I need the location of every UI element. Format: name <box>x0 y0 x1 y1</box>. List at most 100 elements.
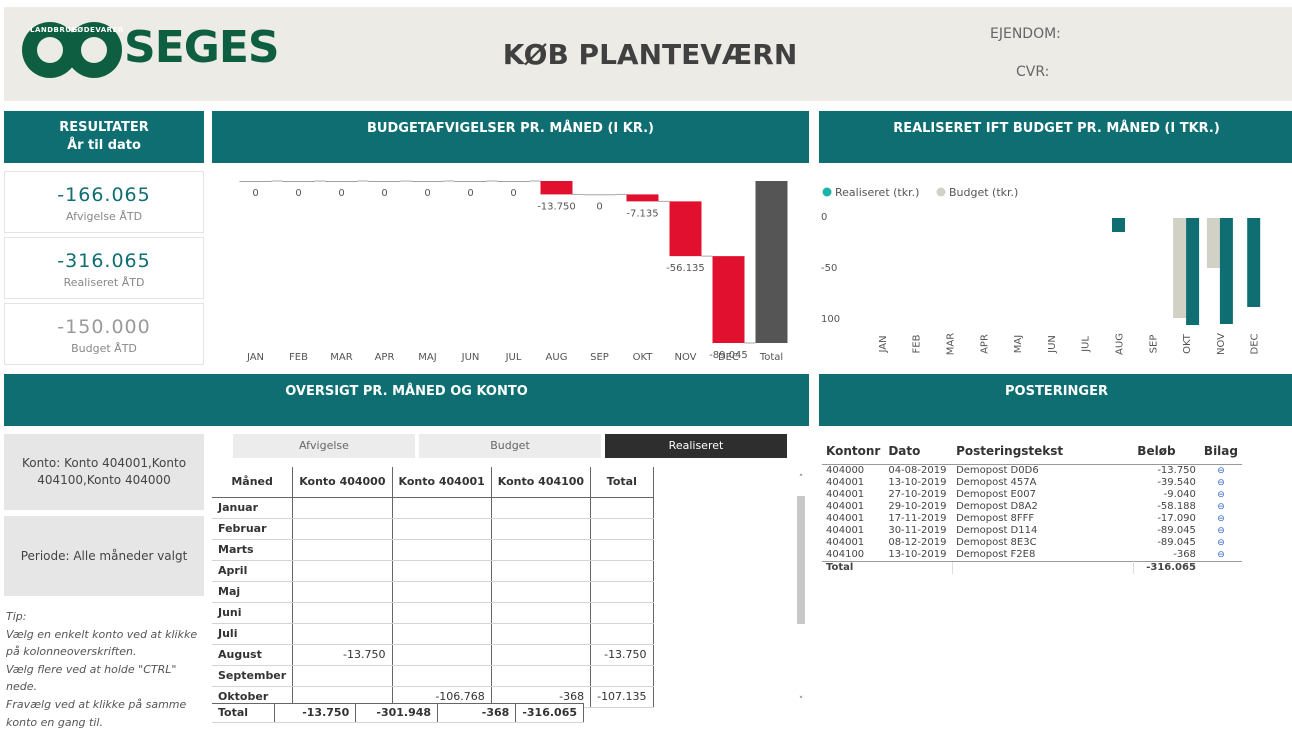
kpi-realiseret[interactable]: -316.065 Realiseret ÅTD <box>4 237 204 299</box>
matrix-header-total[interactable]: Total <box>590 467 654 498</box>
scroll-up-icon[interactable]: ˄ <box>796 474 806 484</box>
posting-dato: 08-12-2019 <box>888 536 947 548</box>
waterfall-bar[interactable] <box>626 194 659 202</box>
matrix-month-cell: April <box>212 560 294 582</box>
y-tick-label: 100 <box>821 314 840 325</box>
scroll-thumb[interactable] <box>797 496 805 624</box>
table-row[interactable]: Juli <box>212 623 654 645</box>
matrix-value-cell <box>292 518 393 540</box>
budget-bar[interactable] <box>1206 218 1220 268</box>
waterfall-bar[interactable] <box>583 194 616 196</box>
table-row[interactable]: Juni <box>212 602 654 624</box>
table-row[interactable]: 404000 04-08-2019 Demopost D0D6 -13.750 ⊖ <box>822 464 1242 477</box>
waterfall-category-label: MAR <box>330 352 352 363</box>
matrix-header-konto-404100[interactable]: Konto 404100 <box>491 467 592 498</box>
realiseret-bar[interactable] <box>1112 218 1125 232</box>
bar-category-label: SEP <box>1148 335 1159 354</box>
table-row[interactable]: 404001 27-10-2019 Demopost E007 -9.040 ⊖ <box>822 489 1242 501</box>
posteringer-header-belob[interactable]: Beløb <box>1133 438 1200 465</box>
konto-filter[interactable]: Konto: Konto 404001,Konto 404100,Konto 4… <box>4 434 204 510</box>
table-row[interactable]: 404100 13-10-2019 Demopost F2E8 -368 ⊖ <box>822 549 1242 562</box>
matrix-total-label: Total <box>212 704 276 723</box>
bilag-link-icon[interactable]: ⊖ <box>1200 549 1242 562</box>
waterfall-bar[interactable] <box>368 181 401 182</box>
legend-label-realiseret[interactable]: Realiseret (tkr.) <box>835 186 919 199</box>
scroll-down-icon[interactable]: ˅ <box>796 696 806 706</box>
waterfall-category-label: JUL <box>505 352 522 363</box>
tab-realiseret[interactable]: Realiseret <box>605 434 787 458</box>
periode-filter[interactable]: Periode: Alle måneder valgt <box>4 516 204 596</box>
table-row[interactable]: 404001 08-12-2019 Demopost 8E3C -89.045 ⊖ <box>822 537 1242 549</box>
realiseret-bar[interactable] <box>1219 218 1233 324</box>
bilag-link-icon[interactable]: ⊖ <box>1200 464 1242 477</box>
bilag-link-icon[interactable]: ⊖ <box>1200 537 1242 549</box>
realiseret-chart[interactable]: Realiseret (tkr.) Budget (tkr.) 0 -50 100 J… <box>819 168 1292 370</box>
tab-afvigelse[interactable]: Afvigelse <box>233 434 415 458</box>
bilag-link-icon[interactable]: ⊖ <box>1200 489 1242 501</box>
table-row[interactable]: 404001 30-11-2019 Demopost D114 -89.045 ⊖ <box>822 525 1242 537</box>
waterfall-total-bar[interactable] <box>755 181 788 343</box>
kpi-budget[interactable]: -150.000 Budget ÅTD <box>4 303 204 365</box>
posteringer-header-tekst[interactable]: Posteringstekst <box>952 438 1134 465</box>
posting-tekst: Demopost F2E8 <box>956 548 1036 560</box>
matrix-scrollbar[interactable]: ˄ ˅ <box>796 474 806 714</box>
posting-belob: -13.750 <box>1157 464 1196 476</box>
waterfall-data-label: 0 <box>252 188 258 199</box>
table-row[interactable]: 404001 17-11-2019 Demopost 8FFF -17.090 ⊖ <box>822 513 1242 525</box>
matrix-value-cell <box>292 581 393 603</box>
matrix-value-cell <box>590 497 654 519</box>
realiseret-bar[interactable] <box>1186 218 1200 325</box>
waterfall-bar[interactable] <box>669 201 702 257</box>
waterfall-bar[interactable] <box>282 181 315 182</box>
waterfall-data-label: 0 <box>596 201 602 212</box>
waterfall-bar[interactable] <box>325 181 358 182</box>
posting-tekst: Demopost 8E3C <box>956 536 1037 548</box>
seges-logo: LANDBRUG FØDEVARER SEGES <box>22 22 282 78</box>
matrix-header-konto-404000[interactable]: Konto 404000 <box>292 467 393 498</box>
waterfall-bar[interactable] <box>712 256 745 343</box>
tip-line: Vælg flere ved at holde "CTRL" nede. <box>6 662 177 694</box>
matrix-value-cell <box>292 665 393 687</box>
bilag-link-icon[interactable]: ⊖ <box>1200 477 1242 489</box>
waterfall-bar[interactable] <box>239 181 272 182</box>
waterfall-bar[interactable] <box>540 181 573 195</box>
table-row[interactable]: Marts <box>212 539 654 561</box>
realiseret-bar[interactable] <box>1247 218 1261 307</box>
matrix-value-cell <box>292 539 393 561</box>
matrix-header-konto-404001[interactable]: Konto 404001 <box>392 467 492 498</box>
posteringer-header-dato[interactable]: Dato <box>884 438 953 465</box>
waterfall-bar[interactable] <box>411 181 444 182</box>
bilag-link-icon[interactable]: ⊖ <box>1200 525 1242 537</box>
matrix-value-cell <box>590 560 654 582</box>
matrix-header-month[interactable]: Måned <box>212 467 294 498</box>
bar-category-label: JUL <box>1081 336 1092 353</box>
posting-tekst: Demopost D8A2 <box>956 500 1038 512</box>
table-row[interactable]: 404001 13-10-2019 Demopost 457A -39.540 ⊖ <box>822 477 1242 489</box>
posting-dato: 04-08-2019 <box>888 464 947 476</box>
kpi-afvigelse[interactable]: -166.065 Afvigelse ÅTD <box>4 171 204 233</box>
waterfall-data-label: 0 <box>424 188 430 199</box>
posting-dato: 17-11-2019 <box>888 512 947 524</box>
bilag-link-icon[interactable]: ⊖ <box>1200 501 1242 513</box>
posteringer-header-kontonr[interactable]: Kontonr <box>822 438 885 465</box>
waterfall-bar[interactable] <box>454 181 487 182</box>
resultater-title: RESULTATER <box>59 120 149 135</box>
table-row[interactable]: August -13.750 -13.750 <box>212 644 654 666</box>
legend-label-budget[interactable]: Budget (tkr.) <box>949 186 1018 199</box>
posteringer-header-bilag[interactable]: Bilag <box>1199 438 1242 465</box>
posteringer-table: Kontonr Dato Posteringstekst Beløb Bilag… <box>822 438 1242 574</box>
table-row[interactable]: 404001 29-10-2019 Demopost D8A2 -58.188 ⊖ <box>822 501 1242 513</box>
posting-belob: -58.188 <box>1157 500 1196 512</box>
matrix-value-cell <box>392 560 492 582</box>
waterfall-bar[interactable] <box>497 181 530 182</box>
tab-budget[interactable]: Budget <box>419 434 601 458</box>
waterfall-chart[interactable]: 0 JAN 0 FEB 0 MAR 0 APR 0 MAJ 0 JUN 0 JUL -13.750 AUG 0 S… <box>212 168 809 370</box>
table-row[interactable]: Februar <box>212 518 654 540</box>
budget-bar[interactable] <box>1173 218 1187 318</box>
table-row[interactable]: April <box>212 560 654 582</box>
table-row[interactable]: Januar <box>212 497 654 519</box>
ejendom-label: EJENDOM: <box>990 26 1061 42</box>
table-row[interactable]: September <box>212 665 654 687</box>
table-row[interactable]: Maj <box>212 581 654 603</box>
bilag-link-icon[interactable]: ⊖ <box>1200 513 1242 525</box>
